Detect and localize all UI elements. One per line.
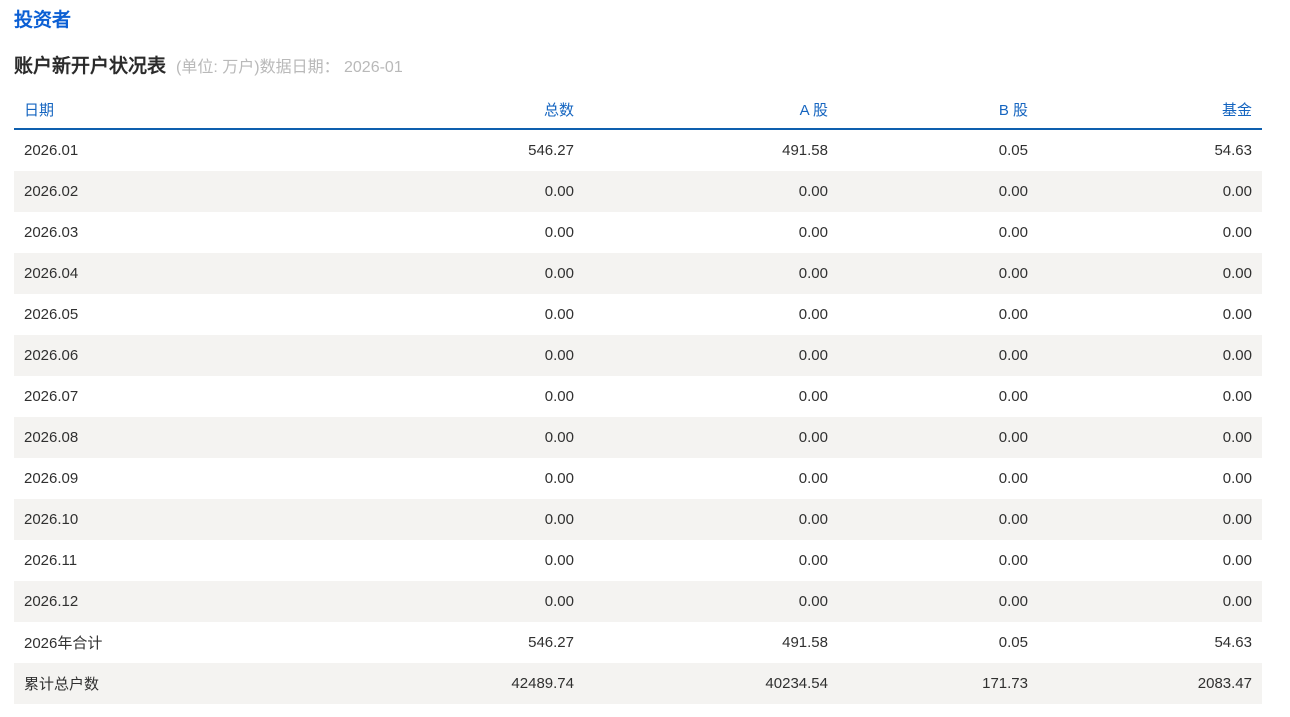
cell-b-share: 0.00 (998, 593, 1028, 610)
cell-total: 0.00 (544, 347, 574, 364)
cell-a-share: 491.58 (782, 634, 828, 651)
cell-a-share: 0.00 (798, 470, 828, 487)
cell-date: 2026.07 (24, 388, 79, 405)
cell-total: 0.00 (544, 224, 574, 241)
cell-a-share: 0.00 (798, 306, 828, 323)
cell-b-share: 0.05 (998, 634, 1028, 651)
cell-a-share: 0.00 (798, 593, 828, 610)
cell-date: 2026年合计 (24, 635, 103, 652)
cell-b-share: 0.00 (998, 552, 1028, 569)
table-row-cumulative-total: 累计总户数 42489.74 40234.54 171.73 2083.47 (14, 663, 1262, 704)
cell-fund: 54.63 (1214, 142, 1252, 159)
cell-a-share: 0.00 (798, 347, 828, 364)
section-title: 投资者 (14, 10, 72, 31)
cell-total: 0.00 (544, 306, 574, 323)
table-row: 2026.08 0.00 0.00 0.00 0.00 (14, 417, 1262, 458)
cell-total: 0.00 (544, 265, 574, 282)
cell-date: 2026.04 (24, 265, 79, 282)
cell-fund: 0.00 (1222, 470, 1252, 487)
cell-a-share: 0.00 (798, 511, 828, 528)
table-row: 2026.04 0.00 0.00 0.00 0.00 (14, 253, 1262, 294)
table-row: 2026.06 0.00 0.00 0.00 0.00 (14, 335, 1262, 376)
cell-total: 0.00 (544, 388, 574, 405)
table-row: 2026.07 0.00 0.00 0.00 0.00 (14, 376, 1262, 417)
cell-fund: 0.00 (1222, 306, 1252, 323)
table-header-row: 日期 总数 A 股 B 股 基金 (14, 99, 1262, 129)
cell-b-share: 0.00 (998, 347, 1028, 364)
cell-date: 2026.03 (24, 224, 79, 241)
cell-total: 0.00 (544, 183, 574, 200)
col-header-fund: 基金 (1221, 102, 1252, 119)
cell-fund: 2083.47 (1197, 675, 1252, 692)
cell-date: 2026.05 (24, 306, 79, 323)
cell-fund: 0.00 (1222, 183, 1252, 200)
col-header-b-share: B 股 (998, 102, 1028, 119)
cell-date: 2026.08 (24, 429, 79, 446)
cell-date: 2026.10 (24, 511, 79, 528)
cell-total: 0.00 (544, 511, 574, 528)
cell-b-share: 0.00 (998, 306, 1028, 323)
col-header-a-share: A 股 (799, 102, 828, 119)
cell-a-share: 0.00 (798, 552, 828, 569)
cell-b-share: 0.00 (998, 511, 1028, 528)
table-row-year-total: 2026年合计 546.27 491.58 0.05 54.63 (14, 622, 1262, 663)
cell-b-share: 0.00 (998, 470, 1028, 487)
table-row: 2026.01 546.27 491.58 0.05 54.63 (14, 129, 1262, 171)
cell-fund: 54.63 (1214, 634, 1252, 651)
cell-a-share: 40234.54 (765, 675, 828, 692)
cell-date: 2026.12 (24, 593, 79, 610)
unit-and-date-note: (单位: 万户)数据日期： 2026-01 (176, 59, 403, 76)
cell-b-share: 0.05 (998, 142, 1028, 159)
cell-date: 2026.09 (24, 470, 79, 487)
cell-total: 546.27 (528, 634, 574, 651)
table-row: 2026.09 0.00 0.00 0.00 0.00 (14, 458, 1262, 499)
cell-total: 546.27 (528, 142, 574, 159)
cell-fund: 0.00 (1222, 429, 1252, 446)
table-title: 账户新开户状况表 (14, 56, 167, 77)
cell-a-share: 491.58 (782, 142, 828, 159)
table-row: 2026.05 0.00 0.00 0.00 0.00 (14, 294, 1262, 335)
cell-b-share: 171.73 (982, 675, 1028, 692)
new-accounts-table: 日期 总数 A 股 B 股 基金 2026.01 546.27 491.58 0… (14, 99, 1262, 704)
cell-a-share: 0.00 (798, 265, 828, 282)
cell-b-share: 0.00 (998, 429, 1028, 446)
cell-total: 0.00 (544, 470, 574, 487)
cell-total: 0.00 (544, 552, 574, 569)
table-row: 2026.11 0.00 0.00 0.00 0.00 (14, 540, 1262, 581)
cell-fund: 0.00 (1222, 265, 1252, 282)
cell-fund: 0.00 (1222, 593, 1252, 610)
cell-total: 0.00 (544, 429, 574, 446)
table-row: 2026.03 0.00 0.00 0.00 0.00 (14, 212, 1262, 253)
cell-date: 累计总户数 (24, 676, 100, 693)
cell-b-share: 0.00 (998, 265, 1028, 282)
table-row: 2026.02 0.00 0.00 0.00 0.00 (14, 171, 1262, 212)
cell-fund: 0.00 (1222, 511, 1252, 528)
table-title-row: 账户新开户状况表 (单位: 万户)数据日期： 2026-01 (14, 56, 1290, 79)
cell-total: 0.00 (544, 593, 574, 610)
cell-b-share: 0.00 (998, 224, 1028, 241)
cell-a-share: 0.00 (798, 429, 828, 446)
cell-date: 2026.06 (24, 347, 79, 364)
col-header-date: 日期 (24, 102, 55, 119)
cell-a-share: 0.00 (798, 224, 828, 241)
table-row: 2026.12 0.00 0.00 0.00 0.00 (14, 581, 1262, 622)
cell-date: 2026.11 (24, 552, 78, 569)
cell-a-share: 0.00 (798, 183, 828, 200)
cell-date: 2026.02 (24, 183, 79, 200)
table-row: 2026.10 0.00 0.00 0.00 0.00 (14, 499, 1262, 540)
page: 投资者 账户新开户状况表 (单位: 万户)数据日期： 2026-01 日期 总数 … (0, 0, 1290, 717)
cell-fund: 0.00 (1222, 388, 1252, 405)
cell-fund: 0.00 (1222, 347, 1252, 364)
cell-b-share: 0.00 (998, 183, 1028, 200)
col-header-total: 总数 (543, 102, 574, 119)
cell-fund: 0.00 (1222, 224, 1252, 241)
cell-b-share: 0.00 (998, 388, 1028, 405)
cell-fund: 0.00 (1222, 552, 1252, 569)
cell-date: 2026.01 (24, 142, 79, 159)
cell-total: 42489.74 (511, 675, 574, 692)
cell-a-share: 0.00 (798, 388, 828, 405)
